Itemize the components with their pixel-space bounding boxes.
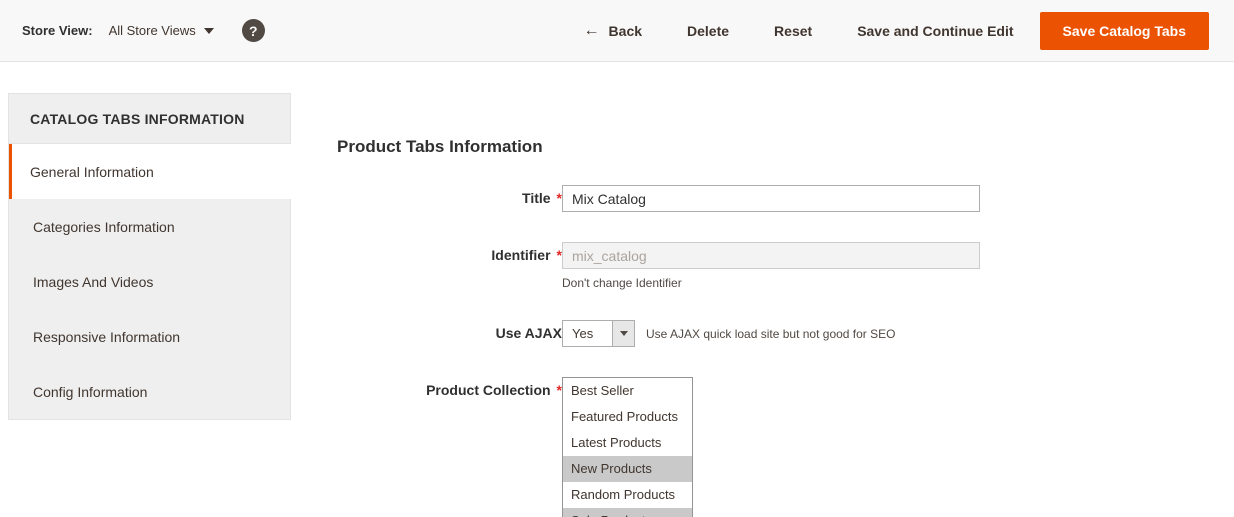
back-button[interactable]: ← Back (584, 23, 642, 39)
product-collection-label: Product Collection (426, 382, 550, 398)
sidebar-nav: General Information Categories Informati… (9, 144, 290, 419)
sidebar-item-images-and-videos[interactable]: Images And Videos (9, 254, 290, 309)
chevron-down-icon (620, 331, 628, 336)
sidebar-item-config-information[interactable]: Config Information (9, 364, 290, 419)
form-panel: Product Tabs Information Title * Identif… (337, 93, 980, 517)
title-control-cell (562, 185, 980, 212)
store-view-switcher[interactable]: All Store Views (109, 23, 214, 38)
back-button-label: Back (609, 23, 642, 39)
identifier-note: Don't change Identifier (562, 276, 980, 290)
sidebar-item-responsive-information[interactable]: Responsive Information (9, 309, 290, 364)
product-collection-field-row: Product Collection * Best Seller Feature… (337, 377, 980, 517)
collection-option[interactable]: Best Seller (563, 378, 692, 404)
title-label: Title (522, 190, 551, 206)
store-view-group: Store View: All Store Views ? (22, 19, 265, 42)
catalog-tabs-sidebar: CATALOG TABS INFORMATION General Informa… (8, 93, 291, 420)
sidebar-item-general-information[interactable]: General Information (9, 144, 291, 199)
collection-option[interactable]: Sale Products (563, 508, 692, 517)
back-arrow-icon: ← (584, 23, 600, 39)
toolbar-actions: ← Back Delete Reset Save and Continue Ed… (584, 12, 1209, 50)
collection-option[interactable]: Featured Products (563, 404, 692, 430)
use-ajax-selected-value: Yes (563, 321, 612, 346)
use-ajax-control-cell: Yes Use AJAX quick load site but not goo… (562, 320, 895, 347)
content-area: CATALOG TABS INFORMATION General Informa… (0, 62, 1234, 517)
product-collection-control-cell: Best Seller Featured Products Latest Pro… (562, 377, 693, 517)
delete-button[interactable]: Delete (687, 23, 729, 39)
sidebar-item-categories-information[interactable]: Categories Information (9, 199, 290, 254)
chevron-down-icon (204, 28, 214, 34)
title-label-cell: Title * (337, 185, 562, 212)
product-collection-label-cell: Product Collection * (337, 377, 562, 517)
collection-option[interactable]: New Products (563, 456, 692, 482)
identifier-input (562, 242, 980, 269)
use-ajax-note: Use AJAX quick load site but not good fo… (646, 327, 895, 341)
use-ajax-label: Use AJAX (496, 325, 562, 341)
identifier-field-row: Identifier * Don't change Identifier (337, 242, 980, 290)
title-input[interactable] (562, 185, 980, 212)
use-ajax-select[interactable]: Yes (562, 320, 635, 347)
reset-button[interactable]: Reset (774, 23, 812, 39)
identifier-label-cell: Identifier * (337, 242, 562, 290)
save-catalog-tabs-button[interactable]: Save Catalog Tabs (1040, 12, 1209, 50)
collection-option[interactable]: Latest Products (563, 430, 692, 456)
page-actions-toolbar: Store View: All Store Views ? ← Back Del… (0, 0, 1234, 62)
select-arrow-button[interactable] (612, 321, 634, 346)
store-view-value: All Store Views (109, 23, 196, 38)
product-collection-listbox[interactable]: Best Seller Featured Products Latest Pro… (562, 377, 693, 517)
use-ajax-label-cell: Use AJAX (337, 320, 562, 347)
help-icon[interactable]: ? (242, 19, 265, 42)
identifier-control-cell: Don't change Identifier (562, 242, 980, 290)
store-view-label: Store View: (22, 23, 93, 38)
collection-option[interactable]: Random Products (563, 482, 692, 508)
title-field-row: Title * (337, 185, 980, 212)
product-tabs-form: Title * Identifier * Don't change Identi… (337, 185, 980, 517)
use-ajax-field-row: Use AJAX Yes Use AJAX quick load site bu… (337, 320, 980, 347)
sidebar-header: CATALOG TABS INFORMATION (9, 94, 290, 144)
save-and-continue-button[interactable]: Save and Continue Edit (857, 23, 1013, 39)
identifier-label: Identifier (491, 247, 550, 263)
page-title: Product Tabs Information (337, 137, 980, 157)
